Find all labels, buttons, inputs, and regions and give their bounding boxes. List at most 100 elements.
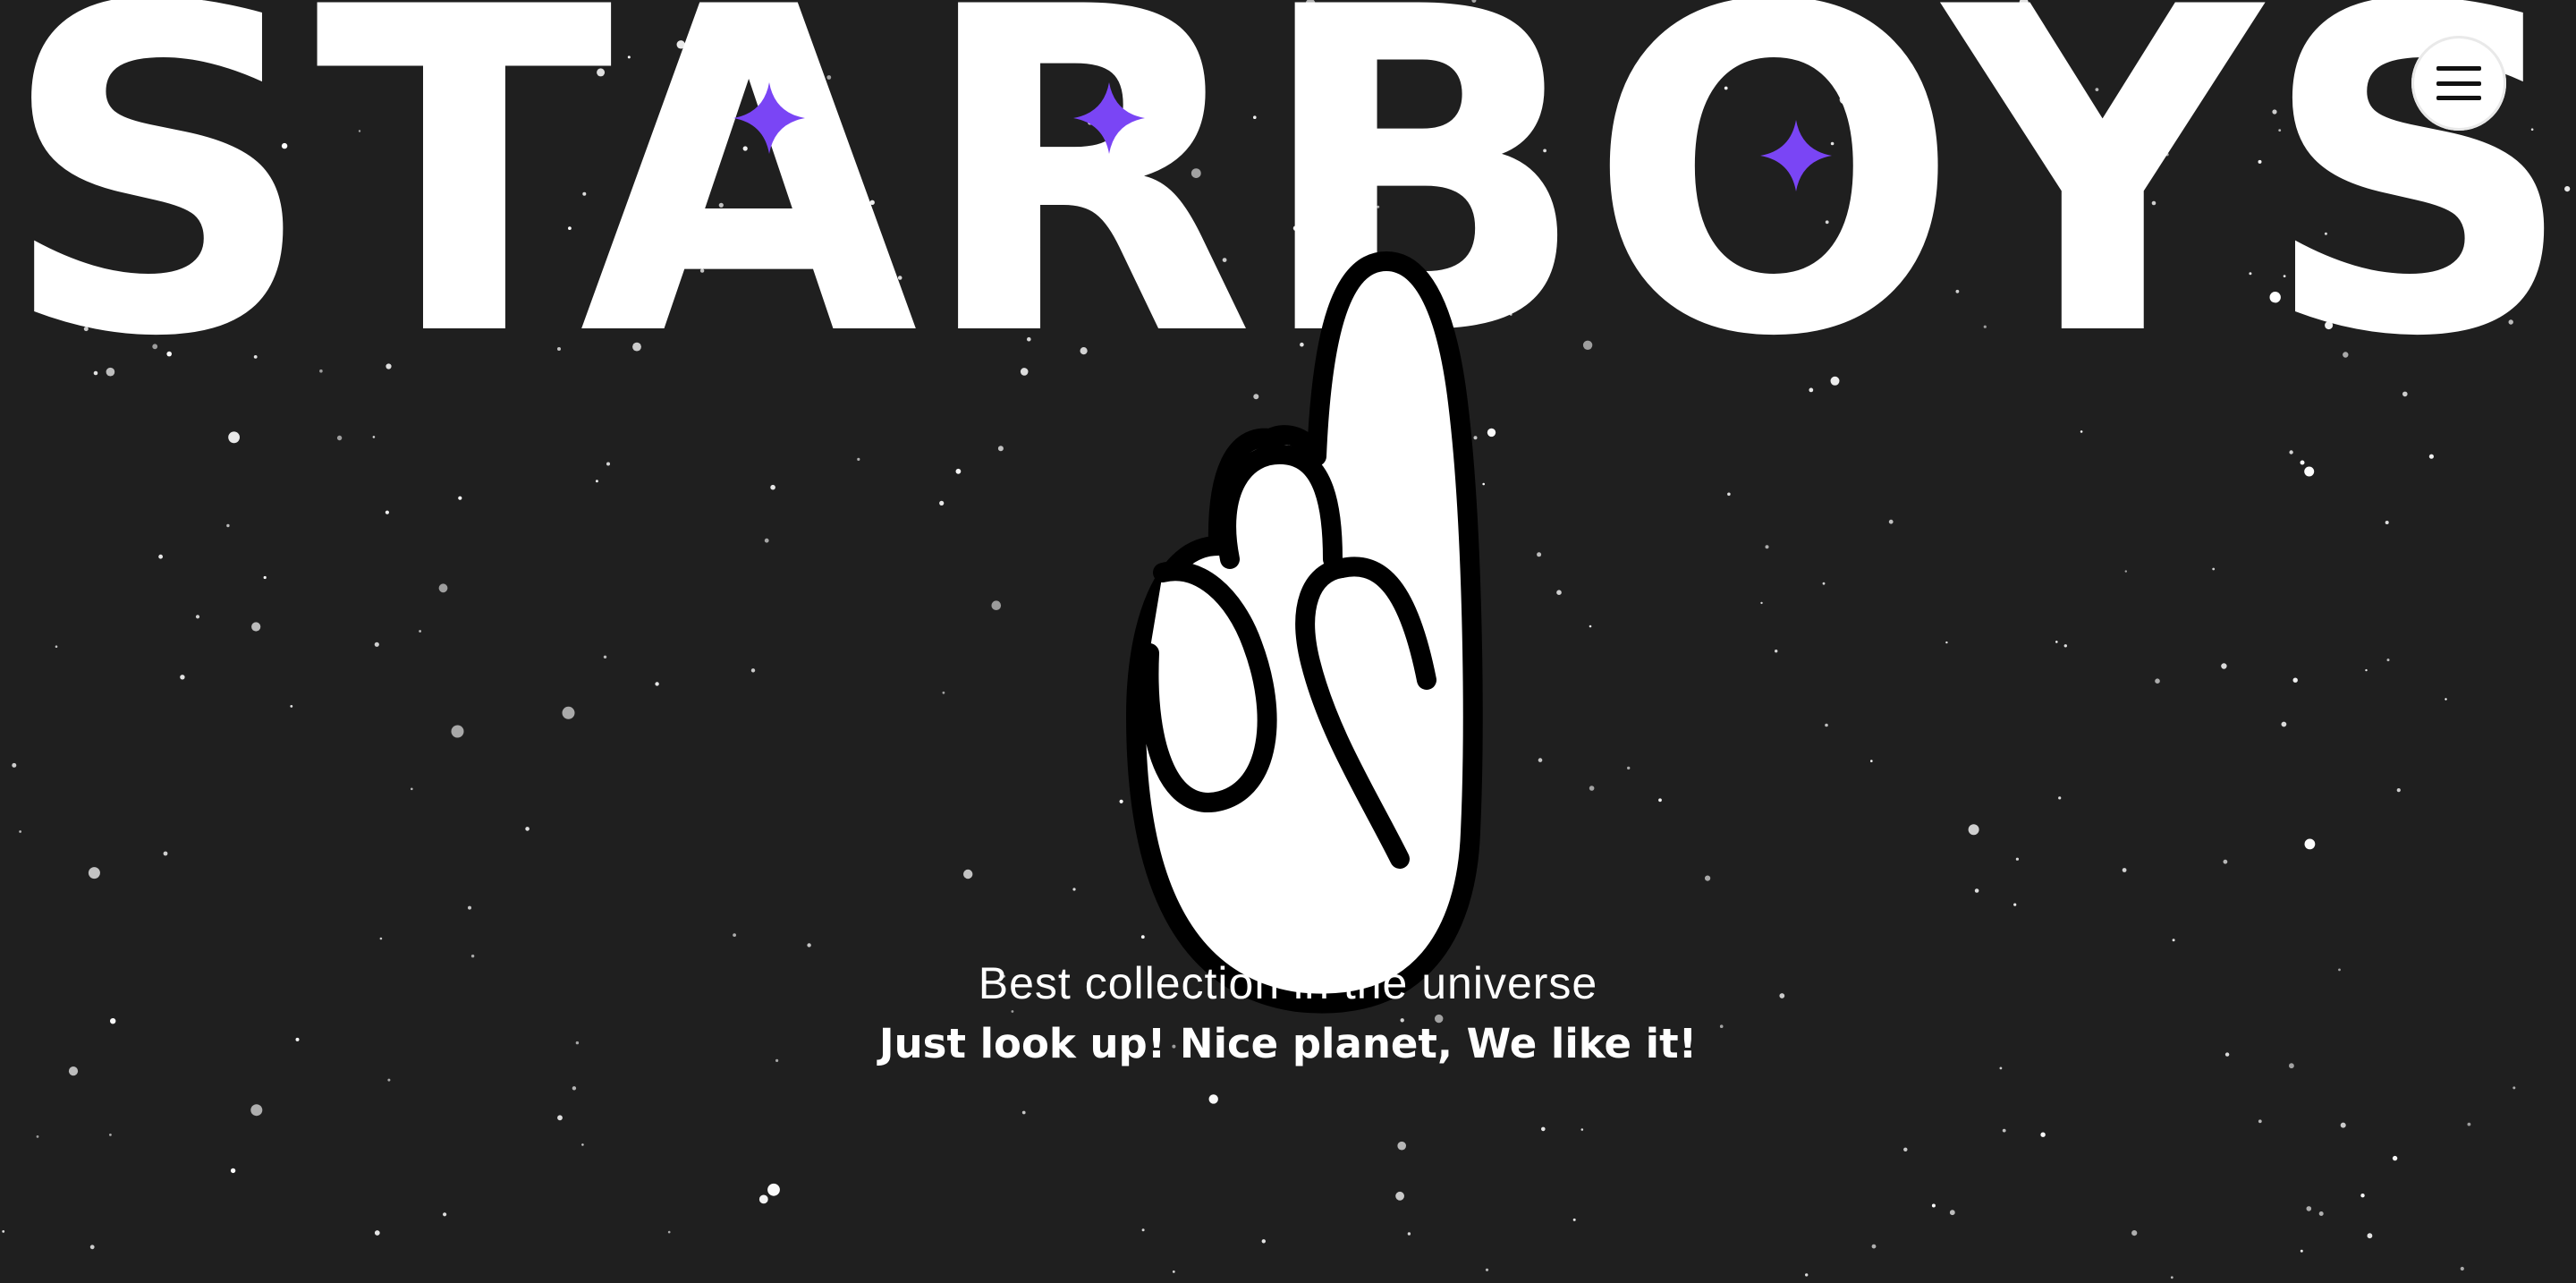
star-dot — [163, 851, 168, 856]
star-dot — [655, 682, 659, 686]
star-dot — [1727, 492, 1731, 497]
star-dot — [419, 630, 421, 633]
star-dot — [1825, 723, 1828, 727]
star-dot — [2063, 644, 2067, 648]
star-dot — [2445, 698, 2447, 701]
star-dot — [2292, 677, 2298, 683]
hamburger-line — [2436, 96, 2481, 100]
star-dot — [2013, 903, 2017, 906]
star-dot — [2306, 1206, 2312, 1211]
star-dot — [1705, 875, 1711, 881]
star-dot — [230, 1168, 236, 1174]
star-dot — [807, 943, 811, 947]
star-dot — [1556, 590, 1562, 595]
star-dot — [1011, 1010, 1014, 1013]
star-dot — [93, 370, 98, 376]
star-dot — [857, 457, 860, 461]
hamburger-line — [2436, 66, 2481, 71]
star-dot — [2223, 859, 2228, 864]
star-dot — [603, 655, 607, 658]
hero-section: STARBOYS Best collection in the universe… — [0, 0, 2576, 1283]
star-dot — [606, 462, 610, 466]
star-dot — [1538, 758, 1543, 762]
star-dot — [1537, 552, 1542, 557]
star-dot — [228, 431, 240, 444]
star-dot — [1627, 766, 1631, 770]
star-dot — [180, 675, 185, 680]
star-dot — [2365, 668, 2368, 672]
star-dot — [750, 668, 756, 673]
star-dot — [1870, 760, 1873, 762]
star-dot — [374, 1230, 380, 1236]
star-dot — [1589, 625, 1592, 628]
star-dot — [438, 583, 448, 593]
star-dot — [758, 1194, 768, 1204]
star-dot — [226, 523, 230, 528]
star-dot — [1021, 1110, 1026, 1115]
star-dot — [2172, 939, 2175, 942]
star-dot — [443, 1212, 447, 1217]
star-dot — [2015, 857, 2019, 861]
star-dot — [2155, 678, 2160, 684]
star-dot — [557, 1115, 563, 1121]
star-dot — [1485, 1268, 1489, 1271]
star-dot — [387, 1078, 391, 1082]
star-dot — [12, 762, 17, 768]
hamburger-line — [2436, 81, 2481, 86]
star-dot — [2367, 1233, 2373, 1239]
star-dot — [1397, 1141, 1406, 1151]
star-dot — [385, 510, 389, 514]
star-dot — [19, 830, 21, 833]
star-dot — [2040, 1132, 2046, 1137]
star-dot — [770, 484, 775, 490]
star-dot — [2318, 1211, 2324, 1216]
star-dot — [195, 615, 200, 619]
star-dot — [2467, 1122, 2471, 1126]
star-dot — [2080, 430, 2083, 433]
star-dot — [572, 1086, 577, 1091]
star-dot — [1830, 376, 1840, 386]
star-dot — [372, 436, 376, 438]
star-dot — [562, 706, 575, 719]
star-dot — [1020, 368, 1029, 376]
star-dot — [525, 827, 530, 831]
star-dot — [2058, 796, 2062, 800]
star-dot — [2396, 788, 2401, 793]
star-dot — [1945, 641, 1948, 644]
star-dot — [88, 867, 100, 879]
star-dot — [1775, 650, 1778, 653]
star-dot — [379, 937, 383, 940]
star-dot — [955, 468, 962, 474]
star-dot — [581, 1143, 584, 1146]
star-dot — [942, 691, 945, 694]
star-dot — [2385, 521, 2389, 524]
star-dot — [458, 496, 462, 500]
star-dot — [36, 1135, 39, 1138]
star-dot — [2212, 567, 2216, 571]
star-dot — [1580, 1128, 1584, 1131]
star-dot — [2304, 466, 2315, 477]
star-dot — [667, 1230, 671, 1234]
star-dot — [939, 500, 945, 506]
pointing-hand-icon — [1126, 251, 1483, 1014]
star-dot — [1822, 582, 1826, 585]
menu-button[interactable] — [2411, 36, 2506, 131]
star-dot — [55, 645, 58, 648]
star-dot — [1968, 824, 1979, 836]
star-dot — [468, 905, 471, 910]
star-dot — [2221, 663, 2227, 669]
star-dot — [1572, 1218, 1576, 1221]
star-dot — [2258, 1119, 2262, 1124]
star-dot — [109, 1134, 112, 1136]
star-dot — [374, 642, 379, 647]
star-dot — [1172, 1270, 1175, 1273]
star-dot — [991, 600, 1002, 610]
star-dot — [1765, 545, 1769, 549]
star-dot — [68, 1066, 79, 1076]
star-dot — [1589, 786, 1595, 791]
star-dot — [2428, 454, 2434, 459]
star-dot — [336, 435, 343, 441]
star-dot — [2340, 1122, 2346, 1128]
star-dot — [2124, 570, 2127, 573]
star-dot — [1658, 798, 1662, 803]
